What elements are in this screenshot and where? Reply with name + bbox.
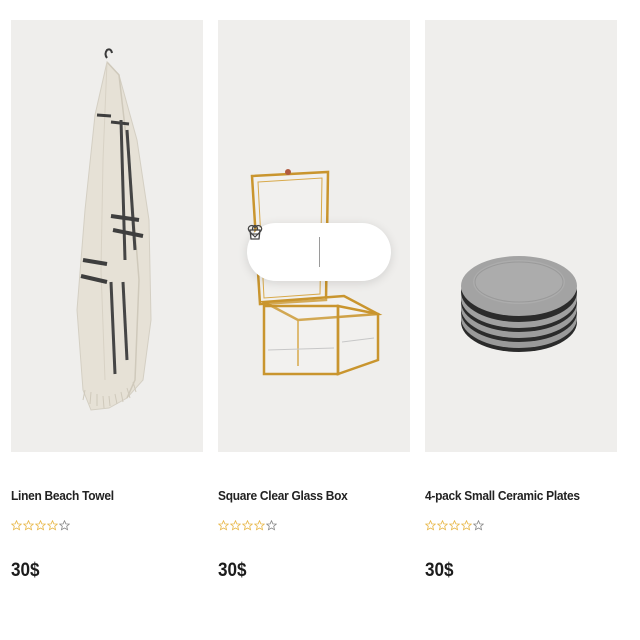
product-title[interactable]: Square Clear Glass Box	[218, 488, 348, 503]
product-card[interactable]: Linen Beach Towel 30$	[11, 20, 203, 581]
product-title[interactable]: 4-pack Small Ceramic Plates	[425, 488, 580, 503]
product-image-glass-box[interactable]	[218, 20, 410, 452]
star-filled-icon	[47, 520, 58, 531]
product-card[interactable]: Square Clear Glass Box 30$	[218, 20, 410, 581]
plates-illustration	[461, 256, 577, 352]
product-price: 30$	[425, 560, 454, 581]
product-image-towel[interactable]	[11, 20, 203, 452]
pill-divider	[318, 237, 320, 267]
star-filled-icon	[242, 520, 253, 531]
star-empty-icon	[266, 520, 277, 531]
add-to-cart-button[interactable]	[249, 224, 313, 267]
star-filled-icon	[35, 520, 46, 531]
star-filled-icon	[11, 520, 22, 531]
star-filled-icon	[437, 520, 448, 531]
star-filled-icon	[425, 520, 436, 531]
star-empty-icon	[473, 520, 484, 531]
product-rating	[425, 520, 484, 531]
star-filled-icon	[218, 520, 229, 531]
star-filled-icon	[254, 520, 265, 531]
quick-actions-pill	[247, 223, 391, 281]
star-filled-icon	[230, 520, 241, 531]
product-price: 30$	[11, 560, 40, 581]
product-rating	[218, 520, 277, 531]
product-title[interactable]: Linen Beach Towel	[11, 488, 114, 503]
product-image-plates[interactable]	[425, 20, 617, 452]
product-card[interactable]: 4-pack Small Ceramic Plates 30$	[425, 20, 617, 581]
star-filled-icon	[461, 520, 472, 531]
heart-icon	[247, 224, 263, 238]
star-empty-icon	[59, 520, 70, 531]
product-rating	[11, 520, 70, 531]
star-filled-icon	[449, 520, 460, 531]
towel-illustration	[76, 48, 152, 411]
add-to-wishlist-button[interactable]	[247, 224, 356, 267]
product-grid: Linen Beach Towel 30$ Square Clear Glass…	[0, 0, 640, 640]
product-price: 30$	[218, 560, 247, 581]
star-filled-icon	[23, 520, 34, 531]
